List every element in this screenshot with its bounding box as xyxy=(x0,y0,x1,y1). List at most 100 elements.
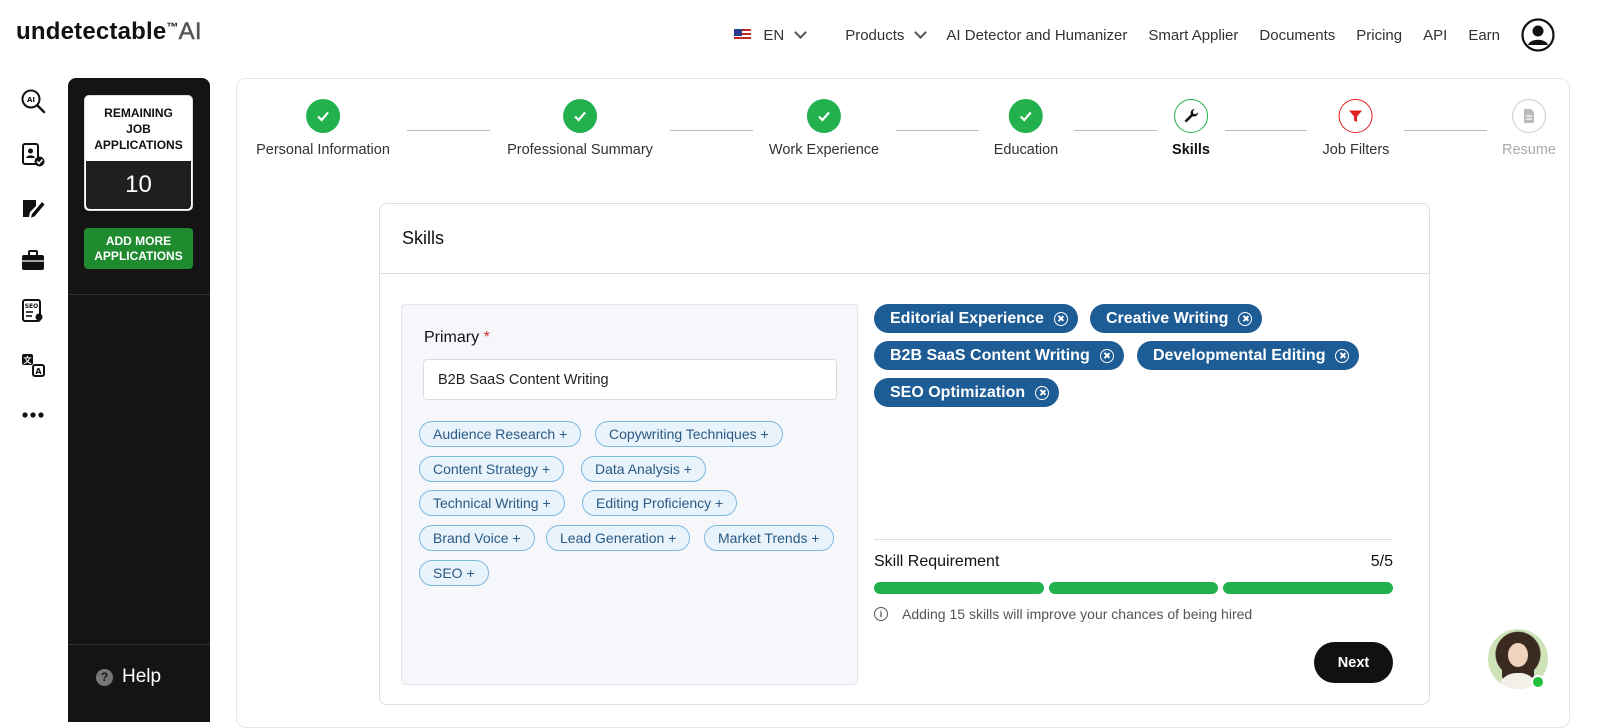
step-label: Professional Summary xyxy=(507,142,653,158)
step-education[interactable]: Education xyxy=(994,99,1058,158)
step-work-experience[interactable]: Work Experience xyxy=(769,99,879,158)
wrench-icon xyxy=(1173,99,1208,133)
skills-card-title: Skills xyxy=(380,204,1429,274)
check-icon xyxy=(562,99,597,133)
step-connector xyxy=(1404,130,1487,131)
requirement-label: Skill Requirement xyxy=(874,553,1000,570)
requirement-count: 5/5 xyxy=(1370,553,1393,570)
nav-pricing-label: Pricing xyxy=(1356,26,1403,44)
check-icon xyxy=(806,99,841,133)
user-account-icon[interactable] xyxy=(1521,18,1555,52)
step-label: Job Filters xyxy=(1322,142,1390,158)
step-connector xyxy=(1225,130,1307,131)
panel-divider xyxy=(68,644,210,645)
chevron-down-icon xyxy=(914,26,928,39)
primary-label-text: Primary xyxy=(424,329,480,346)
nav-documents[interactable]: Documents xyxy=(1259,27,1335,44)
brand-logo[interactable]: undetectable™AI xyxy=(16,18,202,46)
brand-suffix: AI xyxy=(178,18,202,46)
primary-skill-input[interactable]: B2B SaaS Content Writing xyxy=(423,359,837,400)
selected-skill-label: B2B SaaS Content Writing xyxy=(890,346,1090,364)
step-connector xyxy=(1074,130,1157,131)
selected-skill-label: Editorial Experience xyxy=(890,309,1044,327)
requirement-hint: i Adding 15 skills will improve your cha… xyxy=(874,606,1393,622)
progress-segment xyxy=(1048,582,1219,594)
nav-ai-detector[interactable]: AI Detector and Humanizer xyxy=(946,27,1127,44)
briefcase-icon[interactable] xyxy=(20,248,46,274)
nav-pricing[interactable]: Pricing xyxy=(1356,27,1402,44)
suggested-skill-chip[interactable]: Copywriting Techniques + xyxy=(595,421,783,447)
skill-requirement: Skill Requirement 5/5 i Adding 15 skills… xyxy=(874,539,1394,622)
selected-skill-label: SEO Optimization xyxy=(890,383,1026,401)
seo-document-icon[interactable]: SEO xyxy=(20,298,46,324)
nav-api-label: API xyxy=(1423,26,1448,44)
panel-divider xyxy=(68,294,210,295)
suggested-skill-chip[interactable]: Audience Research + xyxy=(419,421,582,447)
remove-skill-icon[interactable] xyxy=(1053,311,1068,326)
brand-trademark: ™ xyxy=(166,20,179,34)
nav-documents-label: Documents xyxy=(1259,26,1336,44)
step-label: Resume xyxy=(1502,142,1556,158)
add-more-applications-button[interactable]: ADD MORE APPLICATIONS xyxy=(84,228,193,269)
suggested-skill-chip[interactable]: Content Strategy + xyxy=(419,456,565,482)
step-connector xyxy=(896,130,979,131)
language-label: EN xyxy=(763,26,785,44)
selected-skill-chip: B2B SaaS Content Writing xyxy=(874,341,1124,370)
step-resume[interactable]: Resume xyxy=(1502,99,1556,158)
skills-card: Skills Primary * B2B SaaS Content Writin… xyxy=(379,203,1430,705)
selected-skill-chip: Editorial Experience xyxy=(874,304,1078,333)
remove-skill-icon[interactable] xyxy=(1035,385,1050,400)
nav-ai-detector-label: AI Detector and Humanizer xyxy=(946,26,1128,44)
more-icon[interactable] xyxy=(20,402,46,428)
nav-smart-applier-label: Smart Applier xyxy=(1148,26,1239,44)
step-label: Skills xyxy=(1172,142,1210,158)
step-skills[interactable]: Skills xyxy=(1172,99,1210,158)
remove-skill-icon[interactable] xyxy=(1238,311,1253,326)
required-mark: * xyxy=(483,329,490,346)
suggested-skill-chip[interactable]: SEO + xyxy=(419,560,489,586)
svg-text:SEO: SEO xyxy=(25,303,39,310)
suggested-skill-chip[interactable]: Technical Writing + xyxy=(419,490,565,516)
requirement-progress-bar xyxy=(874,582,1394,594)
ai-search-icon[interactable]: AI xyxy=(20,88,46,114)
next-button[interactable]: Next xyxy=(1314,642,1393,683)
help-button[interactable]: ? Help xyxy=(96,666,161,688)
step-job-filters[interactable]: Job Filters xyxy=(1322,99,1390,158)
language-selector[interactable]: EN xyxy=(734,26,808,44)
help-label: Help xyxy=(122,666,162,687)
suggested-skill-chip[interactable]: Editing Proficiency + xyxy=(582,490,738,516)
suggested-skill-chip[interactable]: Lead Generation + xyxy=(546,525,691,551)
nav-api[interactable]: API xyxy=(1423,27,1447,44)
nav-smart-applier[interactable]: Smart Applier xyxy=(1148,27,1238,44)
progress-stepper: Personal Information Professional Summar… xyxy=(237,79,1600,179)
nav-earn[interactable]: Earn xyxy=(1468,27,1500,44)
step-professional-summary[interactable]: Professional Summary xyxy=(507,99,653,158)
selected-skill-label: Developmental Editing xyxy=(1153,346,1326,364)
edit-document-icon[interactable] xyxy=(20,196,46,222)
selected-skill-chip: SEO Optimization xyxy=(874,378,1060,407)
remove-skill-icon[interactable] xyxy=(1335,348,1350,363)
online-status-indicator xyxy=(1531,675,1545,689)
step-personal-information[interactable]: Personal Information xyxy=(256,99,390,158)
resume-check-icon[interactable] xyxy=(20,142,46,168)
requirement-header: Skill Requirement 5/5 xyxy=(874,553,1393,571)
nav-products[interactable]: Products xyxy=(845,26,928,44)
us-flag-icon xyxy=(734,29,752,41)
suggested-skill-chip[interactable]: Market Trends + xyxy=(704,525,834,551)
nav-earn-label: Earn xyxy=(1468,26,1500,44)
primary-skill-panel: Primary * B2B SaaS Content Writing Audie… xyxy=(401,304,858,685)
suggested-skill-chip[interactable]: Data Analysis + xyxy=(581,456,706,482)
svg-text:文: 文 xyxy=(24,355,33,365)
translate-icon[interactable]: 文 A xyxy=(20,352,46,378)
progress-segment xyxy=(874,582,1044,594)
chevron-down-icon xyxy=(794,26,808,39)
brand-name: undetectable xyxy=(16,18,167,45)
suggested-skill-chip[interactable]: Brand Voice + xyxy=(419,525,535,551)
remove-skill-icon[interactable] xyxy=(1099,348,1114,363)
step-connector xyxy=(670,130,753,131)
step-connector xyxy=(407,130,490,131)
main-content: Personal Information Professional Summar… xyxy=(236,78,1570,728)
step-label: Personal Information xyxy=(256,142,390,158)
selected-skill-label: Creative Writing xyxy=(1106,309,1229,327)
nav-products-label: Products xyxy=(845,26,905,44)
